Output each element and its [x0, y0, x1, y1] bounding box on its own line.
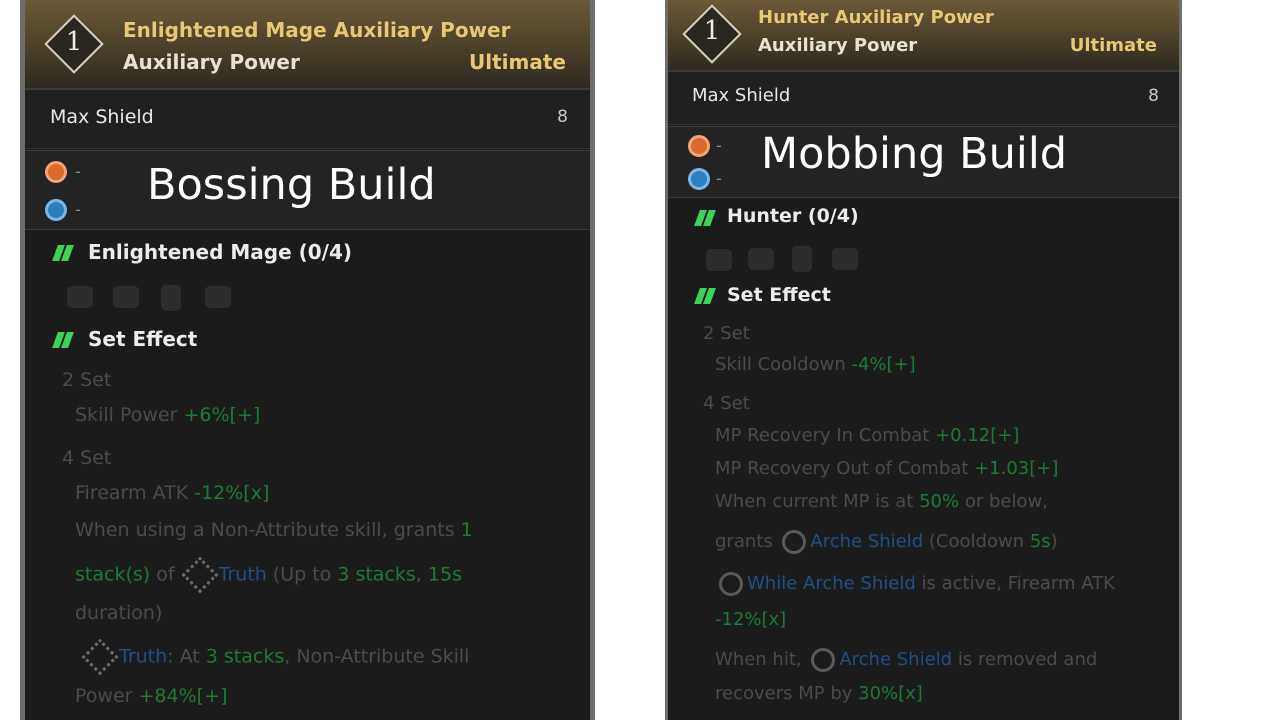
- set4-desc-line1: When using a Non-Attribute skill, grants…: [75, 519, 473, 541]
- arche-shield-icon: [811, 648, 836, 672]
- orange-socket-icon: [688, 135, 710, 157]
- item-grade: Ultimate: [469, 50, 566, 74]
- set-icon: [52, 331, 74, 349]
- set4-desc-line2: stack(s) of Truth (Up to 3 stacks, 15s: [75, 556, 462, 594]
- set4-title: 4 Set: [62, 447, 112, 469]
- socket-band: - - Mobbing Build: [668, 126, 1179, 198]
- tooltip-header: 1 Enlightened Mage Auxiliary Power Auxil…: [25, 0, 590, 90]
- socket-dash: -: [75, 200, 81, 219]
- stat-row: Max Shield 8: [668, 72, 1179, 125]
- socket-band: - - Bossing Build: [25, 150, 590, 230]
- recover-mp-line: recovers MP by 30%[x]: [715, 683, 923, 704]
- when-hit-line: When hit, Arche Shield is removed and: [715, 648, 1098, 672]
- arche-shield-icon: [719, 572, 743, 596]
- truth-icon: [81, 638, 119, 676]
- while-shield-line: While Arche Shield is active, Firearm AT…: [715, 572, 1115, 596]
- arche-shield-icon: [782, 530, 807, 554]
- left-item-tooltip: 1 Enlightened Mage Auxiliary Power Auxil…: [20, 0, 595, 720]
- item-title: Enlightened Mage Auxiliary Power: [123, 18, 511, 42]
- helmet-piece-icon: [113, 286, 139, 308]
- set-icon: [694, 287, 716, 305]
- rank-number: 1: [65, 27, 83, 57]
- orange-socket-icon: [45, 161, 67, 183]
- set2-effect: Skill Power +6%[+]: [75, 404, 261, 426]
- set-icon: [694, 209, 716, 227]
- build-label: Bossing Build: [147, 160, 436, 210]
- truth-effect-line: Truth: At 3 stacks, Non-Attribute Skill: [81, 638, 469, 676]
- helmet-piece-icon: [748, 248, 774, 270]
- stat-value: 8: [1148, 86, 1159, 106]
- glove-piece-icon: [67, 286, 93, 308]
- build-label: Mobbing Build: [761, 129, 1068, 179]
- set2-effect: Skill Cooldown -4%[+]: [715, 354, 916, 375]
- item-type: Auxiliary Power: [123, 50, 300, 74]
- socket-dash: -: [716, 169, 722, 188]
- stat-label: Max Shield: [50, 106, 154, 128]
- blue-socket-icon: [688, 168, 710, 190]
- blue-socket-icon: [45, 199, 67, 221]
- set-effect-title: Set Effect: [88, 327, 198, 351]
- item-type: Auxiliary Power: [758, 35, 918, 56]
- set4-firearm: Firearm ATK -12%[x]: [75, 482, 270, 504]
- truth-power-line: Power +84%[+]: [75, 685, 228, 707]
- boots-piece-icon: [205, 286, 231, 308]
- glove-piece-icon: [706, 249, 732, 271]
- rank-number: 1: [703, 16, 721, 46]
- stat-row: Max Shield 8: [25, 90, 590, 149]
- mp-recovery-in-combat: MP Recovery In Combat +0.12[+]: [715, 425, 1020, 446]
- set-effect-title: Set Effect: [727, 284, 831, 306]
- item-grade: Ultimate: [1069, 35, 1157, 56]
- right-item-tooltip: 1 Hunter Auxiliary Power Auxiliary Power…: [665, 0, 1182, 720]
- truth-icon: [181, 556, 218, 594]
- grants-shield-line: grants Arche Shield (Cooldown 5s): [715, 530, 1058, 554]
- set-name: Hunter (0/4): [727, 205, 859, 227]
- stat-value: 8: [557, 107, 568, 127]
- tooltip-header: 1 Hunter Auxiliary Power Auxiliary Power…: [668, 0, 1179, 72]
- socket-dash: -: [75, 162, 81, 181]
- stat-label: Max Shield: [692, 85, 791, 106]
- boots-piece-icon: [832, 248, 858, 270]
- mp-recovery-out-of-combat: MP Recovery Out of Combat +1.03[+]: [715, 458, 1059, 479]
- armor-piece-icon: [161, 285, 181, 311]
- set2-title: 2 Set: [62, 369, 112, 391]
- armor-piece-icon: [792, 246, 812, 272]
- set4-title: 4 Set: [703, 393, 750, 414]
- set2-title: 2 Set: [703, 323, 750, 344]
- item-title: Hunter Auxiliary Power: [758, 7, 994, 28]
- set-icon: [52, 244, 74, 262]
- socket-dash: -: [716, 136, 722, 155]
- set4-desc-line3: duration): [75, 602, 163, 624]
- while-shield-value: -12%[x]: [715, 609, 787, 630]
- mp-condition: When current MP is at 50% or below,: [715, 491, 1048, 512]
- set-name: Enlightened Mage (0/4): [88, 240, 353, 264]
